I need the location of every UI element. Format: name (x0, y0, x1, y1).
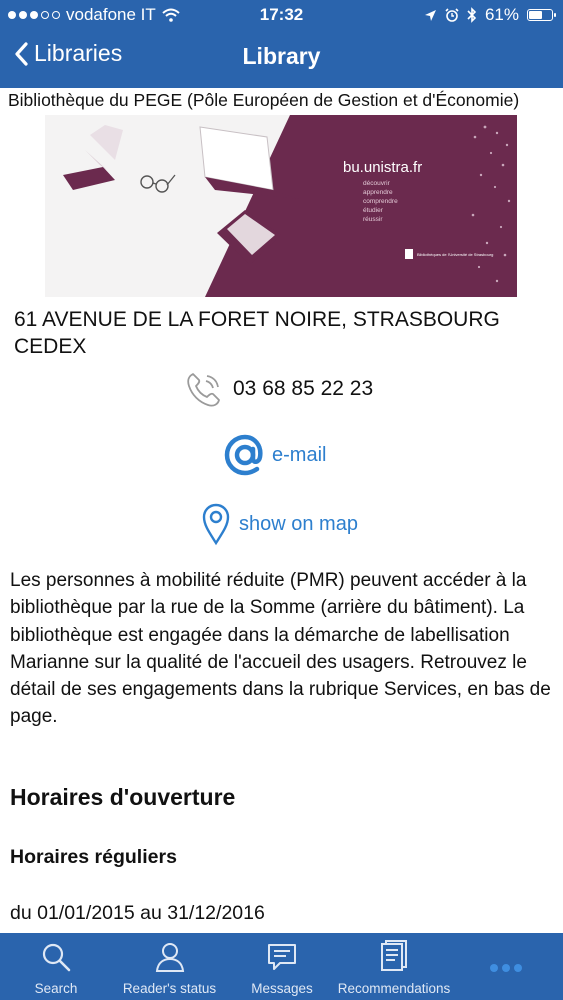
tab-readers-status[interactable]: Reader's status (112, 933, 227, 1000)
more-icon (490, 964, 522, 972)
map-label: show on map (239, 512, 358, 535)
tab-bar: Search Reader's status Messages Recommen… (0, 933, 563, 1000)
banner-word: comprendre (363, 198, 398, 205)
opening-hours-heading: Horaires d'ouverture (10, 784, 236, 810)
library-name: Bibliothèque du PEGE (Pôle Européen de G… (8, 90, 520, 110)
location-arrow-icon (424, 9, 436, 21)
library-banner-image: bu.unistra.fr découvrir apprendre comprend… (45, 115, 517, 297)
tab-label: Recommendations (337, 981, 451, 996)
regular-hours-heading: Horaires réguliers (10, 846, 177, 868)
status-right: 61% (424, 5, 556, 25)
message-icon (268, 944, 296, 970)
tab-messages[interactable]: Messages (240, 933, 324, 1000)
tab-label: Search (34, 981, 78, 996)
top-bar: vodafone IT 17:32 61% Libraries Library (0, 0, 563, 88)
tab-label: Reader's status (122, 981, 217, 996)
banner-site-text: bu.unistra.fr (343, 159, 422, 176)
battery-percent: 61% (484, 5, 519, 24)
banner-word: étudier (363, 207, 384, 214)
tab-label: Messages (251, 981, 313, 996)
map-pin-icon (202, 503, 230, 546)
phone-row[interactable]: 03 68 85 22 23 (183, 368, 373, 410)
recommendations-icon (381, 940, 407, 971)
show-on-map-link[interactable]: show on map (201, 502, 358, 546)
bluetooth-icon (467, 7, 477, 23)
hours-date-range: du 01/01/2015 au 31/12/2016 (10, 902, 265, 924)
navigation-bar: Libraries Library (0, 30, 563, 86)
banner-word: apprendre (363, 189, 393, 196)
phone-number: 03 68 85 22 23 (233, 377, 374, 400)
library-detail: Bibliothèque du PEGE (Pôle Européen de G… (0, 88, 563, 933)
library-description: Les personnes à mobilité réduite (PMR) p… (10, 570, 551, 728)
tab-recommendations[interactable]: Recommendations (338, 933, 450, 1000)
alarm-icon (445, 8, 459, 22)
search-icon (42, 943, 71, 972)
page-title: Library (242, 43, 321, 69)
battery-icon (527, 9, 556, 21)
status-bar: vodafone IT 17:32 61% (0, 0, 563, 30)
email-link[interactable]: e-mail (222, 432, 326, 478)
library-address: 61 AVENUE DE LA FORET NOIRE, STRASBOURG … (14, 308, 500, 358)
email-label: e-mail (272, 443, 327, 466)
banner-word: découvrir (363, 180, 391, 187)
at-sign-icon (224, 434, 263, 476)
banner-word: réussir (363, 216, 383, 223)
user-icon (155, 943, 184, 972)
tab-more[interactable] (470, 933, 542, 1000)
banner-logo-text: Bibliothèques de l'Université de Strasbo… (417, 252, 493, 257)
tab-search[interactable]: Search (20, 933, 92, 1000)
banner-illustration: bu.unistra.fr découvrir apprendre comprend… (45, 115, 517, 297)
phone-icon (187, 373, 220, 407)
